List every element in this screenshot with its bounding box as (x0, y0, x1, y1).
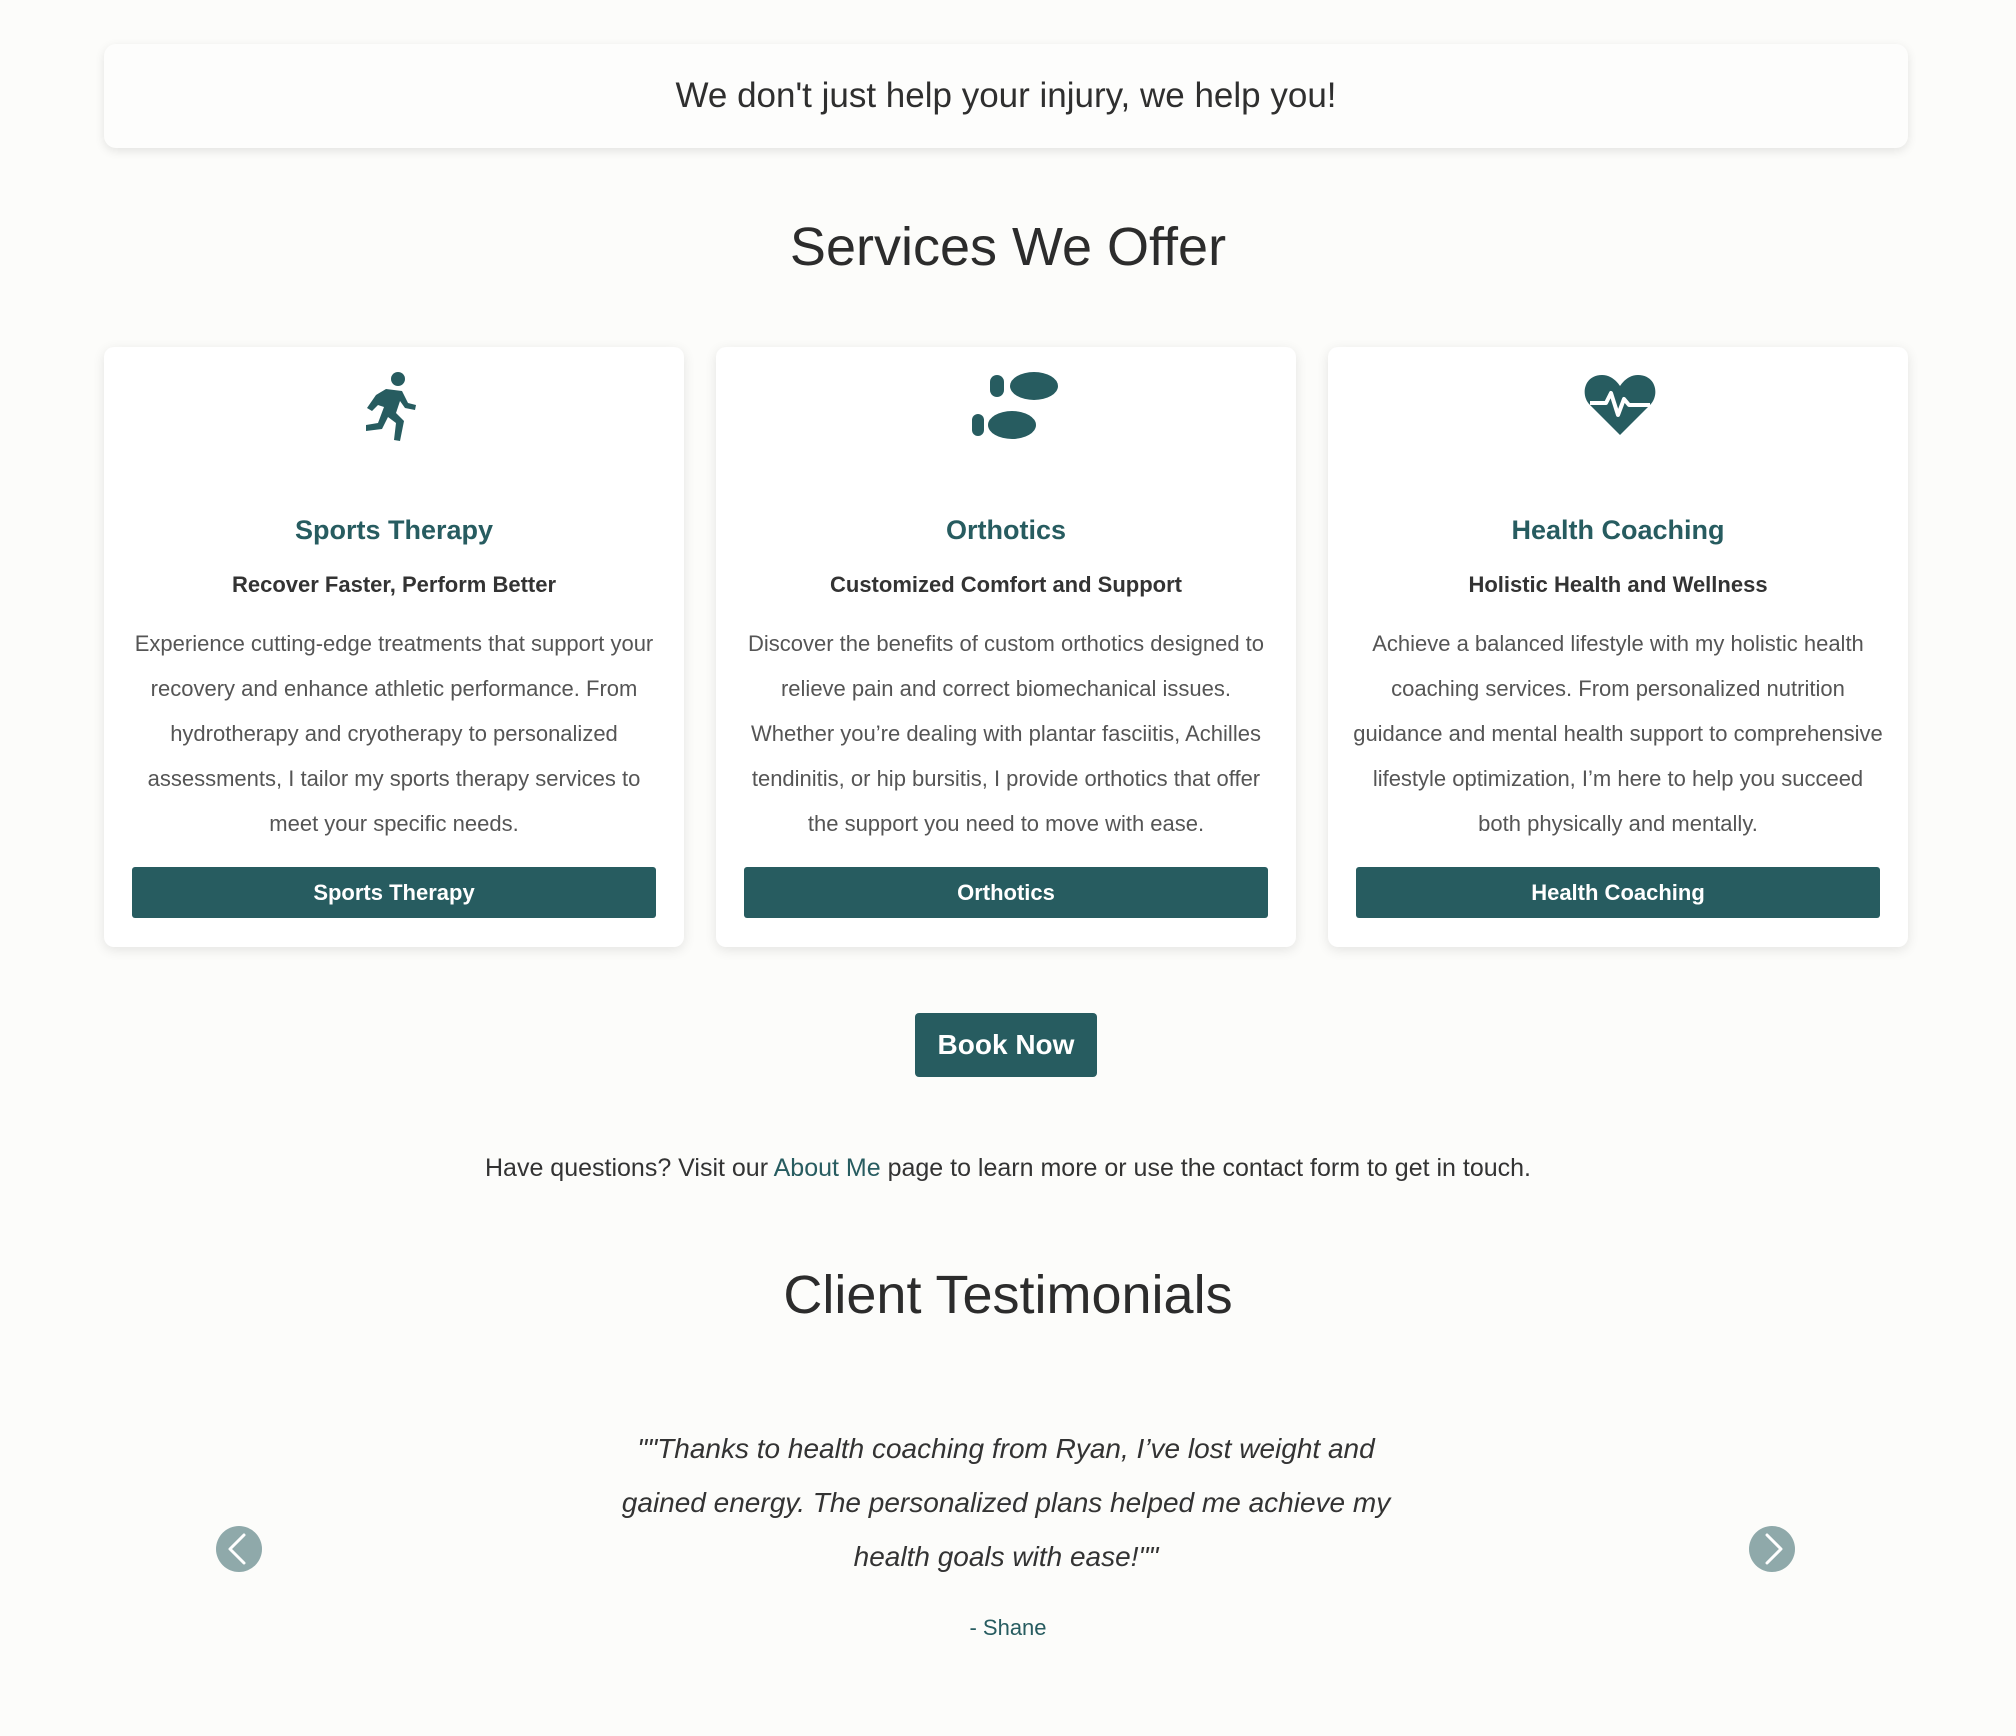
card-description: Discover the benefits of custom orthotic… (747, 631, 1265, 836)
chevron-left-icon (228, 1533, 246, 1565)
questions-suffix: page to learn more or use the contact fo… (880, 1154, 1531, 1182)
card-subtitle: Customized Comfort and Support (830, 572, 1182, 597)
card-subtitle: Recover Faster, Perform Better (231, 572, 557, 597)
service-card-orthotics: Orthotics Customized Comfort and Support… (716, 347, 1296, 947)
testimonial-quote: ""Thanks to health coaching from Ryan, I… (621, 1433, 1391, 1572)
services-title: Services We Offer (789, 217, 1227, 277)
card-title: Sports Therapy (294, 515, 494, 545)
running-person-icon (366, 372, 416, 441)
sports-therapy-button[interactable]: Sports Therapy (132, 867, 656, 918)
next-testimonial-button[interactable] (1749, 1526, 1795, 1572)
tagline-text: We don't just help your injury, we help … (675, 76, 1337, 115)
orthotics-button[interactable]: Orthotics (744, 867, 1268, 918)
services-cards: Sports Therapy Recover Faster, Perform B… (104, 347, 1908, 947)
card-title: Orthotics (945, 515, 1066, 545)
page: We don't just help your injury, we help … (0, 0, 2016, 1736)
service-card-health-coaching: Health Coaching Holistic Health and Well… (1328, 347, 1908, 947)
questions-prefix: Have questions? Visit our (485, 1154, 774, 1182)
questions-text: Have questions? Visit our About Me page … (0, 1154, 2016, 1183)
shoe-prints-icon (972, 372, 1058, 439)
testimonial-author: - Shane (969, 1615, 1047, 1640)
card-description: Experience cutting-edge treatments that … (134, 631, 654, 836)
service-card-sports-therapy: Sports Therapy Recover Faster, Perform B… (104, 347, 684, 947)
testimonials-title: Client Testimonials (783, 1265, 1233, 1325)
card-title: Health Coaching (1511, 515, 1725, 545)
card-subtitle: Holistic Health and Wellness (1468, 572, 1768, 597)
health-coaching-button[interactable]: Health Coaching (1356, 867, 1880, 918)
prev-testimonial-button[interactable] (216, 1526, 262, 1572)
book-now-button[interactable]: Book Now (915, 1013, 1097, 1077)
about-me-link[interactable]: About Me (774, 1154, 881, 1182)
heart-pulse-icon (1584, 375, 1656, 435)
card-description: Achieve a balanced lifestyle with my hol… (1353, 631, 1883, 836)
tagline-banner: We don't just help your injury, we help … (104, 44, 1908, 148)
chevron-right-icon (1765, 1533, 1783, 1565)
